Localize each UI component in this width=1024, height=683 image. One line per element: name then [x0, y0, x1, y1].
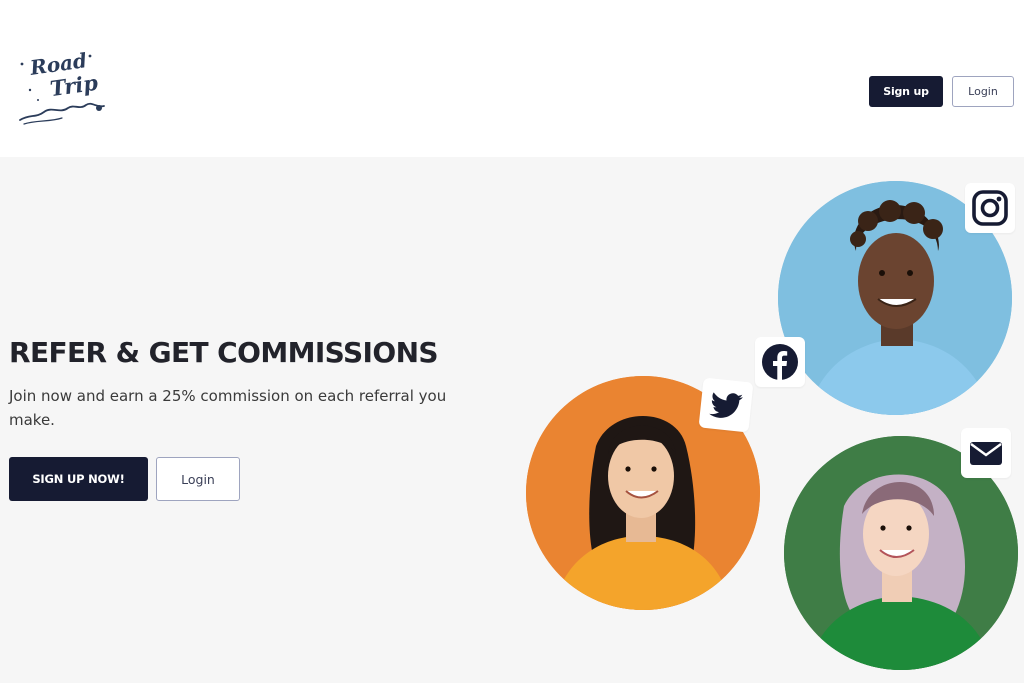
hero-login-button[interactable]: Login — [156, 457, 240, 501]
mail-icon[interactable] — [961, 428, 1011, 478]
facebook-icon[interactable] — [755, 337, 805, 387]
header: Road Trip Sign up Login — [0, 0, 1024, 157]
twitter-icon[interactable] — [698, 377, 754, 433]
hero-subtitle: Join now and earn a 25% commission on ea… — [9, 387, 447, 429]
nav-signup-button[interactable]: Sign up — [869, 76, 943, 107]
page: Road Trip Sign up Login REFER & GET COMM… — [0, 0, 1024, 683]
road-trip-logo[interactable]: Road Trip — [16, 48, 110, 128]
hero-title: REFER & GET COMMISSIONS — [9, 336, 439, 369]
instagram-icon[interactable] — [965, 183, 1015, 233]
hero-signup-button[interactable]: SIGN UP NOW! — [9, 457, 148, 501]
nav-login-button[interactable]: Login — [952, 76, 1014, 107]
